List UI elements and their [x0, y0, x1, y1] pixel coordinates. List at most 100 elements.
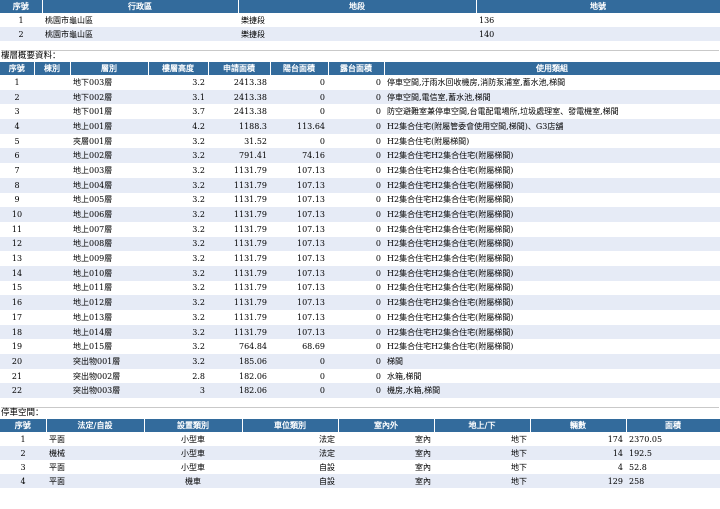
floors-cell: 地上007層	[70, 221, 148, 237]
floors-cell: 107.13	[270, 207, 328, 222]
floors-cell: 0	[328, 368, 384, 384]
floors-cell: 0	[270, 89, 328, 105]
floors-row: 8 地上004層 3.2 1131.79 107.13 0 H2集合住宅H2集合住宅(附屬梯…	[0, 177, 720, 193]
floors-cell: 1131.79	[208, 265, 270, 281]
floors-cell: 3.2	[148, 251, 208, 266]
floors-cell: 3.7	[148, 104, 208, 120]
parking-header-row: 序號 法定/自設 設置類別 車位類別 室內外 地上/下 輛數 面積	[0, 419, 720, 433]
floors-cell: 15	[0, 280, 34, 296]
floors-cell: 10	[0, 207, 34, 222]
parking-cell: 機械	[46, 446, 144, 461]
floors-cell: 107.13	[270, 251, 328, 266]
floors-cell: 1131.79	[208, 236, 270, 252]
floors-row: 19 地上015層 3.2 764.84 68.69 0 H2集合住宅H2集合住宅(附屬梯間…	[0, 339, 720, 355]
floors-cell: 2413.38	[208, 89, 270, 105]
floors-cell: 0	[328, 265, 384, 281]
floors-row: 9 地上005層 3.2 1131.79 107.13 0 H2集合住宅H2集合住宅(附屬梯…	[0, 192, 720, 208]
floors-cell: 地下003層	[70, 75, 148, 90]
floors-cell	[34, 207, 70, 222]
floors-cell: 地上006層	[70, 207, 148, 222]
parking-cell: 2370.05	[626, 432, 720, 447]
floors-cell	[34, 148, 70, 164]
floors-cell: 107.13	[270, 295, 328, 310]
floors-cell: H2集合住宅H2集合住宅(附屬梯間)	[384, 148, 720, 164]
parking-body: 1 平面 小型車 法定 室內 地下 174 2370.05 2 機械 小型車 法定 室內 地下 14 192.…	[0, 432, 720, 489]
floors-cell: 地上001層	[70, 119, 148, 134]
floors-cell: 夾層001層	[70, 133, 148, 149]
floors-cell: 19	[0, 339, 34, 355]
floors-cell: 地上004層	[70, 177, 148, 193]
floors-cell: 11	[0, 221, 34, 237]
parking-header-cell: 車位類別	[242, 419, 339, 433]
floors-cell: 3.2	[148, 207, 208, 222]
floors-cell: 0	[270, 354, 328, 369]
floors-cell: 地上005層	[70, 192, 148, 208]
parking-header-cell: 序號	[0, 419, 47, 433]
floors-cell	[34, 75, 70, 90]
floors-cell: 停車空間,汙雨水回收機房,消防泵浦室,蓄水池,梯間	[384, 75, 720, 90]
floors-cell: H2集合住宅H2集合住宅(附屬梯間)	[384, 339, 720, 355]
floors-row: 13 地上009層 3.2 1131.79 107.13 0 H2集合住宅H2集合住宅(附屬…	[0, 251, 720, 266]
floors-cell: 18	[0, 324, 34, 340]
floors-cell: 0	[270, 383, 328, 399]
floors-cell: H2集合住宅H2集合住宅(附屬梯間)	[384, 177, 720, 193]
parking-cell: 平面	[46, 460, 144, 475]
floors-cell: 地上002層	[70, 148, 148, 164]
floors-cell: 0	[328, 207, 384, 222]
floors-cell: 3	[0, 104, 34, 120]
floors-cell: 68.69	[270, 339, 328, 355]
floors-cell: H2集合住宅H2集合住宅(附屬梯間)	[384, 163, 720, 178]
floors-cell: 22	[0, 383, 34, 399]
parking-cell: 地下	[434, 446, 530, 461]
floors-cell: 1188.3	[208, 119, 270, 134]
floors-cell: 107.13	[270, 221, 328, 237]
floors-cell	[34, 368, 70, 384]
floors-row: 18 地上014層 3.2 1131.79 107.13 0 H2集合住宅H2集合住宅(附屬…	[0, 324, 720, 340]
floors-cell: 1131.79	[208, 163, 270, 178]
floors-cell: 1131.79	[208, 221, 270, 237]
floors-cell: 1131.79	[208, 295, 270, 310]
parking-cell: 258	[626, 474, 720, 489]
floors-cell: 0	[328, 192, 384, 208]
land-row: 2 桃園市龜山區 樂捷段 140	[0, 27, 720, 41]
floors-cell	[34, 339, 70, 355]
floors-cell: 0	[328, 383, 384, 399]
parking-row: 4 平面 機車 自設 室內 地下 129 258	[0, 474, 720, 489]
floors-cell: 停車空間,電信室,蓄水池,梯間	[384, 89, 720, 105]
floors-cell: 0	[328, 251, 384, 266]
floors-cell: 107.13	[270, 236, 328, 252]
floors-section-title: 樓層概要資料：	[1, 51, 61, 61]
floors-cell	[34, 221, 70, 237]
parking-header-cell: 地上/下	[434, 419, 531, 433]
floors-cell	[34, 89, 70, 105]
floors-cell: H2集合住宅H2集合住宅(附屬梯間)	[384, 251, 720, 266]
floors-row: 3 地下001層 3.7 2413.38 0 0 防空避難室兼停車空間,台電配電場所,垃圾處…	[0, 104, 720, 120]
floors-row: 5 夾層001層 3.2 31.52 0 0 H2集合住宅(附屬梯間)	[0, 133, 720, 149]
floors-cell: 3.2	[148, 354, 208, 369]
floors-cell: 3.2	[148, 236, 208, 252]
floors-cell: 1131.79	[208, 192, 270, 208]
floors-cell: 14	[0, 265, 34, 281]
floors-cell: 2	[0, 89, 34, 105]
floors-cell: 0	[270, 133, 328, 149]
parking-row: 2 機械 小型車 法定 室內 地下 14 192.5	[0, 446, 720, 461]
parking-cell: 自設	[242, 460, 338, 475]
floors-cell	[34, 354, 70, 369]
floors-cell: 突出物001層	[70, 354, 148, 369]
floors-cell: 3.2	[148, 221, 208, 237]
floors-cell: H2集合住宅H2集合住宅(附屬梯間)	[384, 280, 720, 296]
floors-cell	[34, 295, 70, 310]
floors-row: 10 地上006層 3.2 1131.79 107.13 0 H2集合住宅H2集合住宅(附屬…	[0, 207, 720, 222]
floors-row: 16 地上012層 3.2 1131.79 107.13 0 H2集合住宅H2集合住宅(附屬…	[0, 295, 720, 310]
floors-cell: 3.2	[148, 280, 208, 296]
floors-cell: 3.2	[148, 324, 208, 340]
floors-cell: 1131.79	[208, 310, 270, 325]
floors-cell: 17	[0, 310, 34, 325]
parking-cell: 14	[530, 446, 626, 461]
floors-header-row: 序號 棟別 層別 樓層高度 申請面積 陽台面積 露台面積 使用類組	[0, 62, 720, 75]
floors-cell: 3.2	[148, 295, 208, 310]
parking-cell: 平面	[46, 474, 144, 489]
parking-header-cell: 法定/自設	[46, 419, 145, 433]
floors-cell: H2集合住宅H2集合住宅(附屬梯間)	[384, 207, 720, 222]
